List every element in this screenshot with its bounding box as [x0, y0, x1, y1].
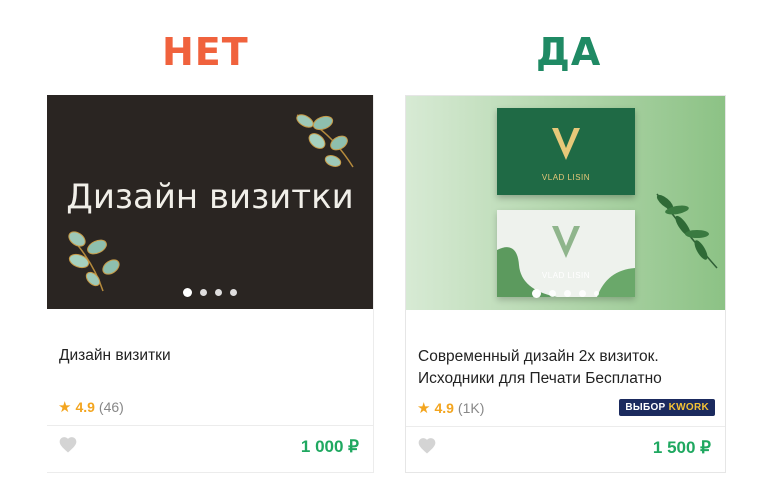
carousel-dot[interactable] — [230, 289, 237, 296]
heart-icon[interactable] — [58, 435, 78, 455]
carousel-dots[interactable] — [406, 289, 725, 298]
carousel-dot[interactable] — [564, 290, 571, 297]
leaf-branch-decor — [656, 193, 718, 269]
business-card-front: VLAD LISIN — [497, 108, 635, 195]
divider — [406, 426, 725, 427]
carousel-dot[interactable] — [579, 290, 586, 297]
card-image[interactable]: Дизайн визитки — [47, 95, 373, 309]
carousel-dot[interactable] — [215, 289, 222, 296]
heading-yes: ДА — [536, 30, 602, 74]
business-card-back: VLAD LISIN — [497, 210, 635, 297]
card-title-line[interactable]: Современный дизайн 2х визиток. — [418, 346, 662, 368]
star-icon: ★ — [417, 400, 431, 417]
rating-score: 4.9 — [434, 400, 454, 416]
v-logo — [552, 128, 580, 160]
card-title[interactable]: Современный дизайн 2х визиток. Исходники… — [418, 346, 662, 390]
carousel-dot[interactable] — [200, 289, 207, 296]
kwork-choice-badge: ВЫБОР KWORK — [619, 399, 715, 416]
heart-icon[interactable] — [417, 436, 437, 456]
v-logo — [552, 226, 580, 258]
business-card-name: VLAD LISIN — [541, 271, 591, 280]
card-title-line[interactable]: Исходники для Печати Бесплатно — [418, 368, 662, 390]
card-rating: ★ 4.9 (46) — [58, 398, 124, 416]
rating-score: 4.9 — [75, 399, 95, 415]
star-icon: ★ — [58, 399, 72, 416]
card-price: 1 500 ₽ — [652, 438, 711, 457]
card-image[interactable]: VLAD LISIN VLAD LISIN — [406, 96, 725, 310]
badge-brand: KWORK — [668, 402, 709, 413]
review-count: (46) — [98, 399, 124, 415]
card-image-text: Дизайн визитки — [66, 177, 354, 217]
carousel-dots[interactable] — [47, 288, 373, 297]
business-card-name: VLAD LISIN — [541, 173, 591, 182]
divider — [47, 425, 373, 426]
card-title-line[interactable]: Дизайн визитки — [59, 345, 171, 367]
card-title[interactable]: Дизайн визитки — [59, 345, 171, 367]
badge-prefix: ВЫБОР — [625, 402, 666, 413]
carousel-dot[interactable] — [549, 290, 556, 297]
leaf-decor-bottom-left — [68, 231, 120, 292]
kwork-card-bad[interactable]: Дизайн визитки Дизайн визитки ★ 4.9 (46)… — [47, 95, 374, 473]
carousel-dot[interactable] — [594, 291, 599, 296]
kwork-card-good[interactable]: VLAD LISIN VLAD LISIN Современный дизайн… — [405, 95, 726, 473]
carousel-dot[interactable] — [183, 288, 192, 297]
review-count: (1K) — [457, 400, 485, 416]
leaf-decor-top-right — [296, 114, 354, 168]
heading-no: НЕТ — [162, 30, 249, 74]
carousel-dot[interactable] — [532, 289, 541, 298]
card-price: 1 000 ₽ — [300, 437, 359, 456]
card-rating: ★ 4.9 (1K) — [417, 399, 484, 417]
